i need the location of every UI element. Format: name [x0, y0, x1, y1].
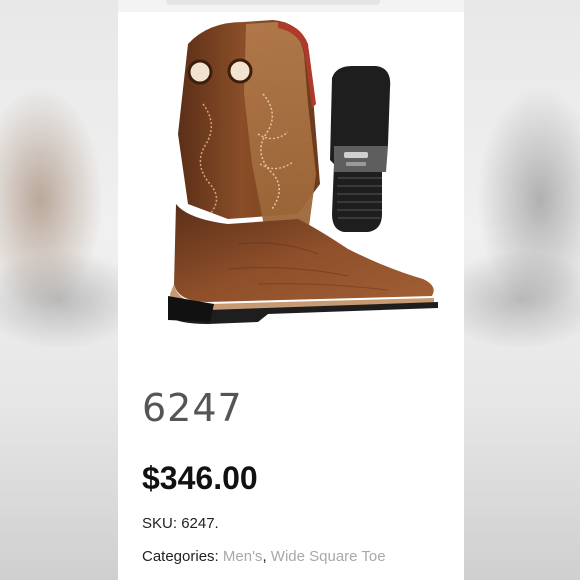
product-image-boot[interactable] [148, 14, 448, 354]
product-title: 6247 [142, 386, 243, 430]
category-link-mens[interactable]: Men's [223, 548, 263, 565]
search-bar-edge[interactable] [166, 0, 380, 5]
product-price: $346.00 [142, 460, 258, 496]
pull-hole-left [187, 59, 213, 85]
product-image-sole[interactable] [322, 64, 396, 236]
category-link-wide-square-toe[interactable]: Wide Square Toe [271, 548, 386, 565]
top-bar [118, 0, 464, 12]
product-card: 6247 $346.00 SKU: 6247. Categories: Men'… [118, 0, 464, 580]
categories-label: Categories: [142, 548, 219, 565]
product-sku: SKU: 6247. [142, 515, 219, 532]
sku-value: 6247. [181, 515, 219, 532]
pull-hole-right [227, 58, 253, 84]
product-categories: Categories: Men's, Wide Square Toe [142, 548, 386, 565]
category-separator: , [262, 548, 271, 565]
sku-label: SKU: [142, 515, 178, 532]
